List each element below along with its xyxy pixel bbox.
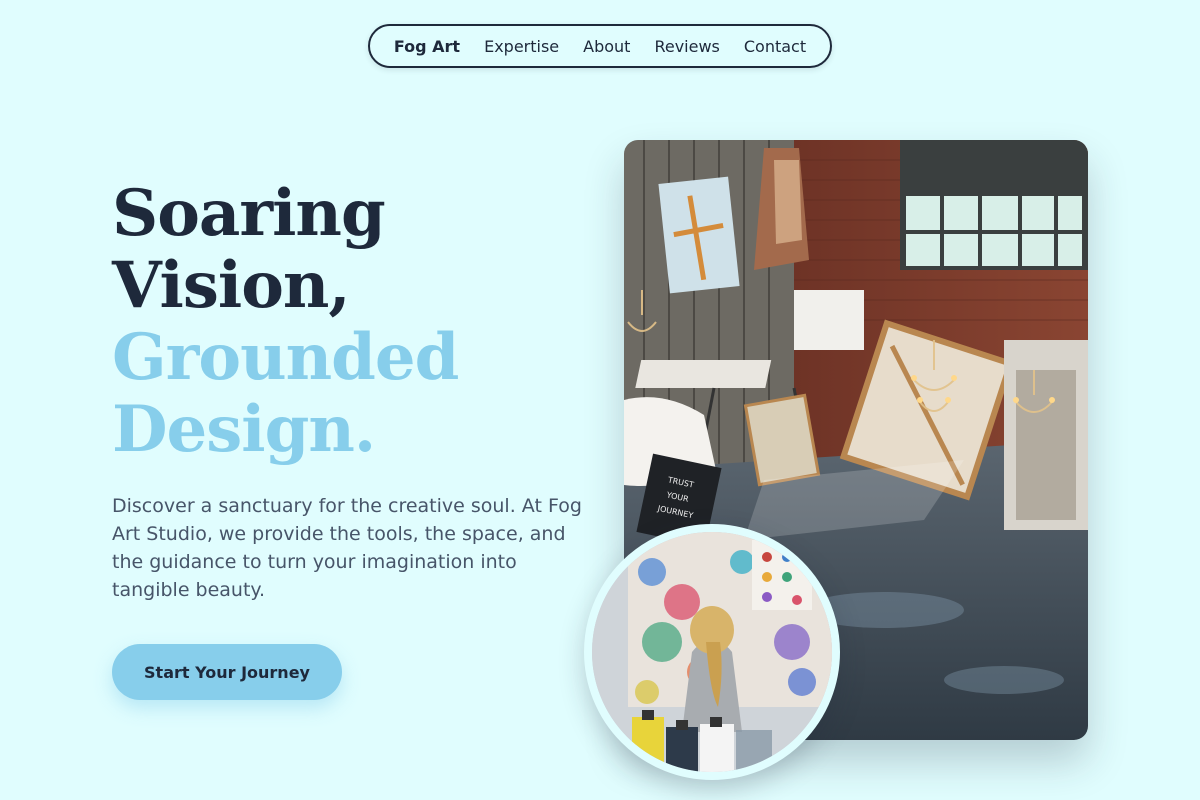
hero-description: Discover a sanctuary for the creative so… bbox=[112, 495, 582, 601]
start-journey-button[interactable]: Start Your Journey bbox=[112, 644, 342, 700]
nav-brand-link[interactable]: Fog Art bbox=[394, 37, 460, 56]
main-nav: Fog Art Expertise About Reviews Contact bbox=[368, 24, 832, 68]
headline-line-2: Vision, bbox=[112, 248, 351, 323]
headline-line-1: Soaring bbox=[112, 176, 386, 251]
nav-link-expertise[interactable]: Expertise bbox=[484, 37, 559, 56]
nav-link-contact[interactable]: Contact bbox=[744, 37, 806, 56]
child-painting-photo bbox=[584, 524, 840, 780]
headline-line-3: Grounded bbox=[112, 320, 459, 395]
landing-page: Fog Art Expertise About Reviews Contact … bbox=[0, 0, 1200, 800]
nav-link-reviews[interactable]: Reviews bbox=[654, 37, 719, 56]
nav-link-about[interactable]: About bbox=[583, 37, 630, 56]
headline-line-4: Design. bbox=[112, 392, 376, 467]
hero-headline: Soaring Vision, Grounded Design. bbox=[112, 176, 459, 467]
